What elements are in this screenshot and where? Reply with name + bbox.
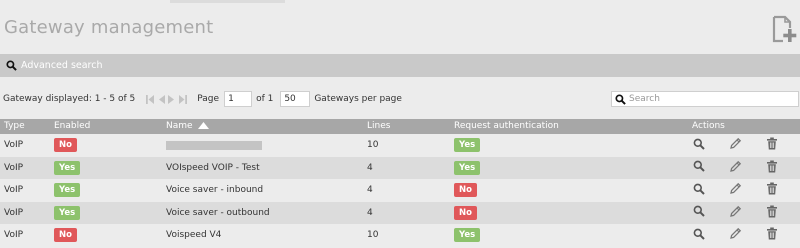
magnifier-icon [693,160,705,175]
pencil-icon [729,160,742,176]
table-row: VoIP Yes VOIspeed VOIP - Test 4 Yes [0,156,800,180]
first-page-icon[interactable] [145,94,156,105]
edit-button[interactable] [729,224,742,247]
delete-button[interactable] [766,179,778,202]
request-auth-badge: Yes [454,228,481,243]
enabled-badge: Yes [54,160,81,175]
search-input[interactable] [629,94,789,104]
view-button[interactable] [693,179,705,202]
header-name-label: Name [166,121,193,131]
delete-button[interactable] [766,202,778,225]
magnifier-icon [693,138,705,153]
search-field[interactable] [611,91,799,107]
header-type[interactable]: Type [4,121,25,131]
prev-page-icon[interactable] [157,94,166,105]
cell-lines: 4 [367,207,373,218]
cell-name: VOIspeed VOIP - Test [166,162,260,173]
cell-lines: 4 [367,162,373,173]
sort-ascending-icon [197,122,209,129]
delete-button[interactable] [766,157,778,180]
table-row: VoIP No 10 Yes [0,134,800,157]
trash-icon [766,137,778,153]
per-page-label: Gateways per page [314,94,402,104]
trash-icon [766,182,778,198]
header-actions: Actions [692,121,725,131]
gateway-count-text: Gateway displayed: 1 - 5 of 5 [3,94,136,104]
cell-type: VoIP [4,185,24,196]
view-button[interactable] [693,224,705,247]
cell-type: VoIP [4,140,24,151]
table-row: VoIP Yes Voice saver - inbound 4 No [0,179,800,202]
enabled-badge: Yes [54,205,81,220]
table-row: VoIP Yes Voice saver - outbound 4 No [0,201,800,225]
request-auth-badge: No [454,205,477,220]
enabled-badge: No [54,228,77,243]
gateway-table: Type Enabled Name Lines Request authenti… [0,119,800,247]
delete-button[interactable] [766,134,778,157]
pagination-nav [145,94,188,105]
delete-button[interactable] [766,224,778,247]
edit-button[interactable] [729,134,742,157]
view-button[interactable] [693,202,705,225]
search-icon [615,93,626,105]
next-page-icon[interactable] [167,94,176,105]
trash-icon [766,205,778,221]
page-title: Gateway management [4,17,214,38]
magnifier-icon [6,60,17,71]
advanced-search-label: Advanced search [21,60,103,71]
request-auth-badge: No [454,183,477,198]
cell-name: Voispeed V4 [166,230,222,241]
edit-button[interactable] [729,179,742,202]
cell-type: VoIP [4,162,24,173]
redacted-name [166,140,262,150]
enabled-badge: No [54,138,77,153]
request-auth-badge: Yes [454,138,481,153]
per-page-input[interactable] [280,91,311,107]
cell-name: Voice saver - outbound [166,207,270,218]
magnifier-icon [693,205,705,220]
pencil-icon [729,227,742,243]
add-gateway-button[interactable] [770,15,798,43]
magnifier-icon [693,183,705,198]
page-label: Page [197,94,220,104]
advanced-search-bar[interactable]: Advanced search [0,54,800,77]
top-divider [170,0,285,3]
cell-lines: 10 [367,230,379,241]
header-request-auth[interactable]: Request authentication [454,121,559,131]
view-button[interactable] [693,134,705,157]
request-auth-badge: Yes [454,160,481,175]
table-row: VoIP No Voispeed V4 10 Yes [0,224,800,247]
cell-name: Voice saver - inbound [166,185,264,196]
table-header: Type Enabled Name Lines Request authenti… [0,119,800,134]
last-page-icon[interactable] [177,94,188,105]
header-enabled[interactable]: Enabled [54,121,90,131]
enabled-badge: Yes [54,183,81,198]
cell-type: VoIP [4,207,24,218]
page-total-text: of 1 [256,94,274,104]
view-button[interactable] [693,157,705,180]
magnifier-icon [693,228,705,243]
cell-type: VoIP [4,230,24,241]
pencil-icon [729,182,742,198]
cell-lines: 4 [367,185,373,196]
trash-icon [766,160,778,176]
pencil-icon [729,205,742,221]
edit-button[interactable] [729,202,742,225]
cell-lines: 10 [367,140,379,151]
add-document-icon [772,15,797,43]
trash-icon [766,227,778,243]
table-body: VoIP No 10 Yes VoIP Yes VOIspeed VOIP - Test 4 Y… [0,134,800,247]
page-number-input[interactable] [224,91,253,107]
pencil-icon [729,137,742,153]
header-lines[interactable]: Lines [367,121,390,131]
header-name[interactable]: Name [166,121,209,131]
edit-button[interactable] [729,157,742,180]
